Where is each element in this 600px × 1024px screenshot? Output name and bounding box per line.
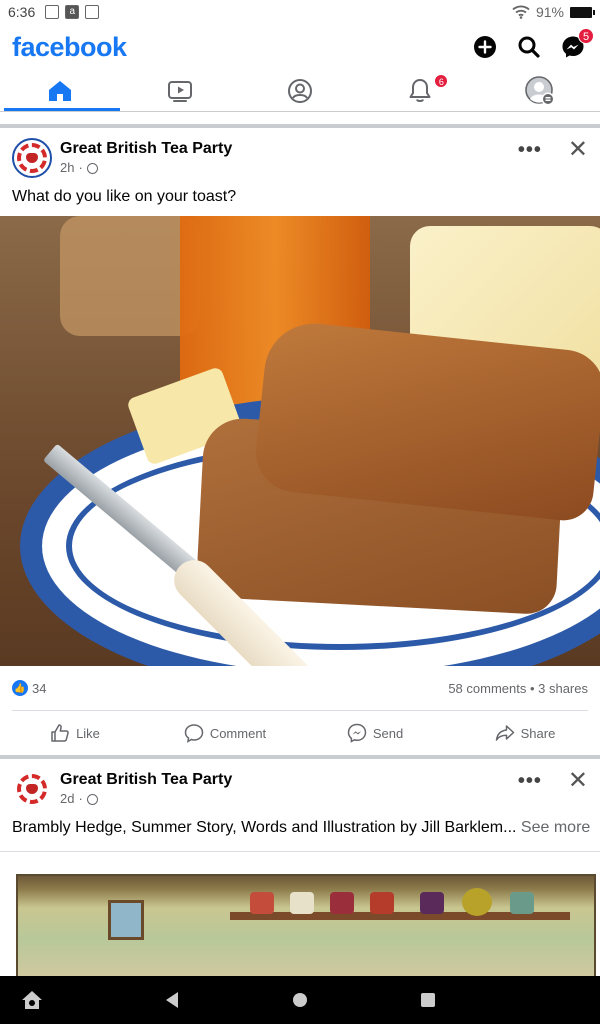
home-circle-icon <box>293 993 307 1007</box>
post-stats: 👍 34 58 comments • 3 shares <box>0 666 600 710</box>
tab-profile[interactable] <box>240 70 360 111</box>
alexa-button[interactable] <box>12 976 52 1024</box>
comment-icon <box>184 724 204 743</box>
facebook-logo[interactable]: facebook <box>12 32 127 63</box>
main-tabs: 6 <box>0 70 600 112</box>
recents-square-icon <box>421 993 435 1007</box>
home-button[interactable] <box>280 976 320 1024</box>
back-triangle-icon <box>166 992 178 1008</box>
messenger-send-icon <box>347 723 367 743</box>
battery-percent: 91% <box>535 4 564 20</box>
feed-post: Great British Tea Party 2d · ••• ✕ Bramb… <box>0 759 600 976</box>
status-time: 6:36 <box>8 4 36 20</box>
plus-circle-icon <box>474 36 496 58</box>
post-text-body: Brambly Hedge, Summer Story, Words and I… <box>12 819 517 836</box>
messenger-button[interactable]: 5 <box>558 28 594 62</box>
recents-button[interactable] <box>408 976 448 1024</box>
post-text: What do you like on your toast? <box>12 188 237 205</box>
more-options-icon[interactable]: ••• <box>518 140 542 160</box>
like-label: Like <box>76 725 100 741</box>
app-header: facebook 5 <box>0 24 600 70</box>
bell-icon <box>409 78 431 102</box>
home-icon <box>49 80 71 101</box>
messenger-badge: 5 <box>578 28 594 44</box>
post-page-name[interactable]: Great British Tea Party <box>60 770 232 790</box>
post-image[interactable] <box>0 216 600 666</box>
feed-post: Great British Tea Party 2h · ••• ✕ What … <box>0 128 600 755</box>
cast-notification-icon <box>85 5 100 19</box>
system-navigation-bar <box>0 976 600 1024</box>
notifications-badge: 6 <box>434 74 449 88</box>
video-icon <box>168 80 192 102</box>
post-actions: Like Comment Send Share <box>0 711 600 755</box>
post-time-label: 2h <box>60 160 75 175</box>
post-time: 2h · <box>60 159 232 177</box>
status-notification-icons: a <box>45 5 100 19</box>
battery-icon <box>570 6 595 18</box>
wifi-icon <box>512 5 530 19</box>
search-icon <box>518 36 540 58</box>
back-button[interactable] <box>152 976 192 1024</box>
share-button[interactable]: Share <box>450 723 600 743</box>
house-icon <box>22 991 42 1009</box>
post-text: Brambly Hedge, Summer Story, Words and I… <box>0 817 600 847</box>
post-page-name[interactable]: Great British Tea Party <box>60 139 232 159</box>
comment-button[interactable]: Comment <box>150 723 300 743</box>
share-label: Share <box>520 725 556 741</box>
post-time-label: 2d <box>60 791 75 806</box>
page-avatar[interactable] <box>12 769 52 809</box>
post-illustration[interactable] <box>0 852 600 976</box>
more-options-icon[interactable]: ••• <box>518 771 542 791</box>
send-label: Send <box>372 725 404 741</box>
thumbs-up-icon <box>51 724 69 742</box>
search-button[interactable] <box>514 32 544 62</box>
close-icon[interactable]: ✕ <box>568 138 588 162</box>
send-button[interactable]: Send <box>300 723 450 743</box>
close-icon[interactable]: ✕ <box>568 769 588 793</box>
page-avatar[interactable] <box>12 138 52 178</box>
comment-label: Comment <box>209 725 267 741</box>
tab-menu[interactable] <box>480 70 600 111</box>
tab-watch[interactable] <box>120 70 240 111</box>
tab-notifications[interactable]: 6 <box>360 70 480 111</box>
screenshot-notification-icon <box>45 5 60 19</box>
like-reaction-icon: 👍 <box>12 680 28 696</box>
share-icon <box>495 725 514 741</box>
like-count[interactable]: 34 <box>32 681 46 696</box>
profile-icon <box>288 78 312 103</box>
globe-icon <box>86 162 98 174</box>
tab-home[interactable] <box>0 70 120 111</box>
comments-shares-count[interactable]: 58 comments • 3 shares <box>448 681 588 696</box>
like-button[interactable]: Like <box>0 723 150 743</box>
globe-icon <box>86 793 98 805</box>
menu-avatar-icon <box>525 75 555 105</box>
amazon-notification-icon: a <box>65 5 80 19</box>
status-bar: 6:36 a 91% <box>0 0 600 24</box>
post-time: 2d · <box>60 790 232 808</box>
create-button[interactable] <box>470 32 500 62</box>
see-more-link[interactable]: See more <box>521 819 590 836</box>
